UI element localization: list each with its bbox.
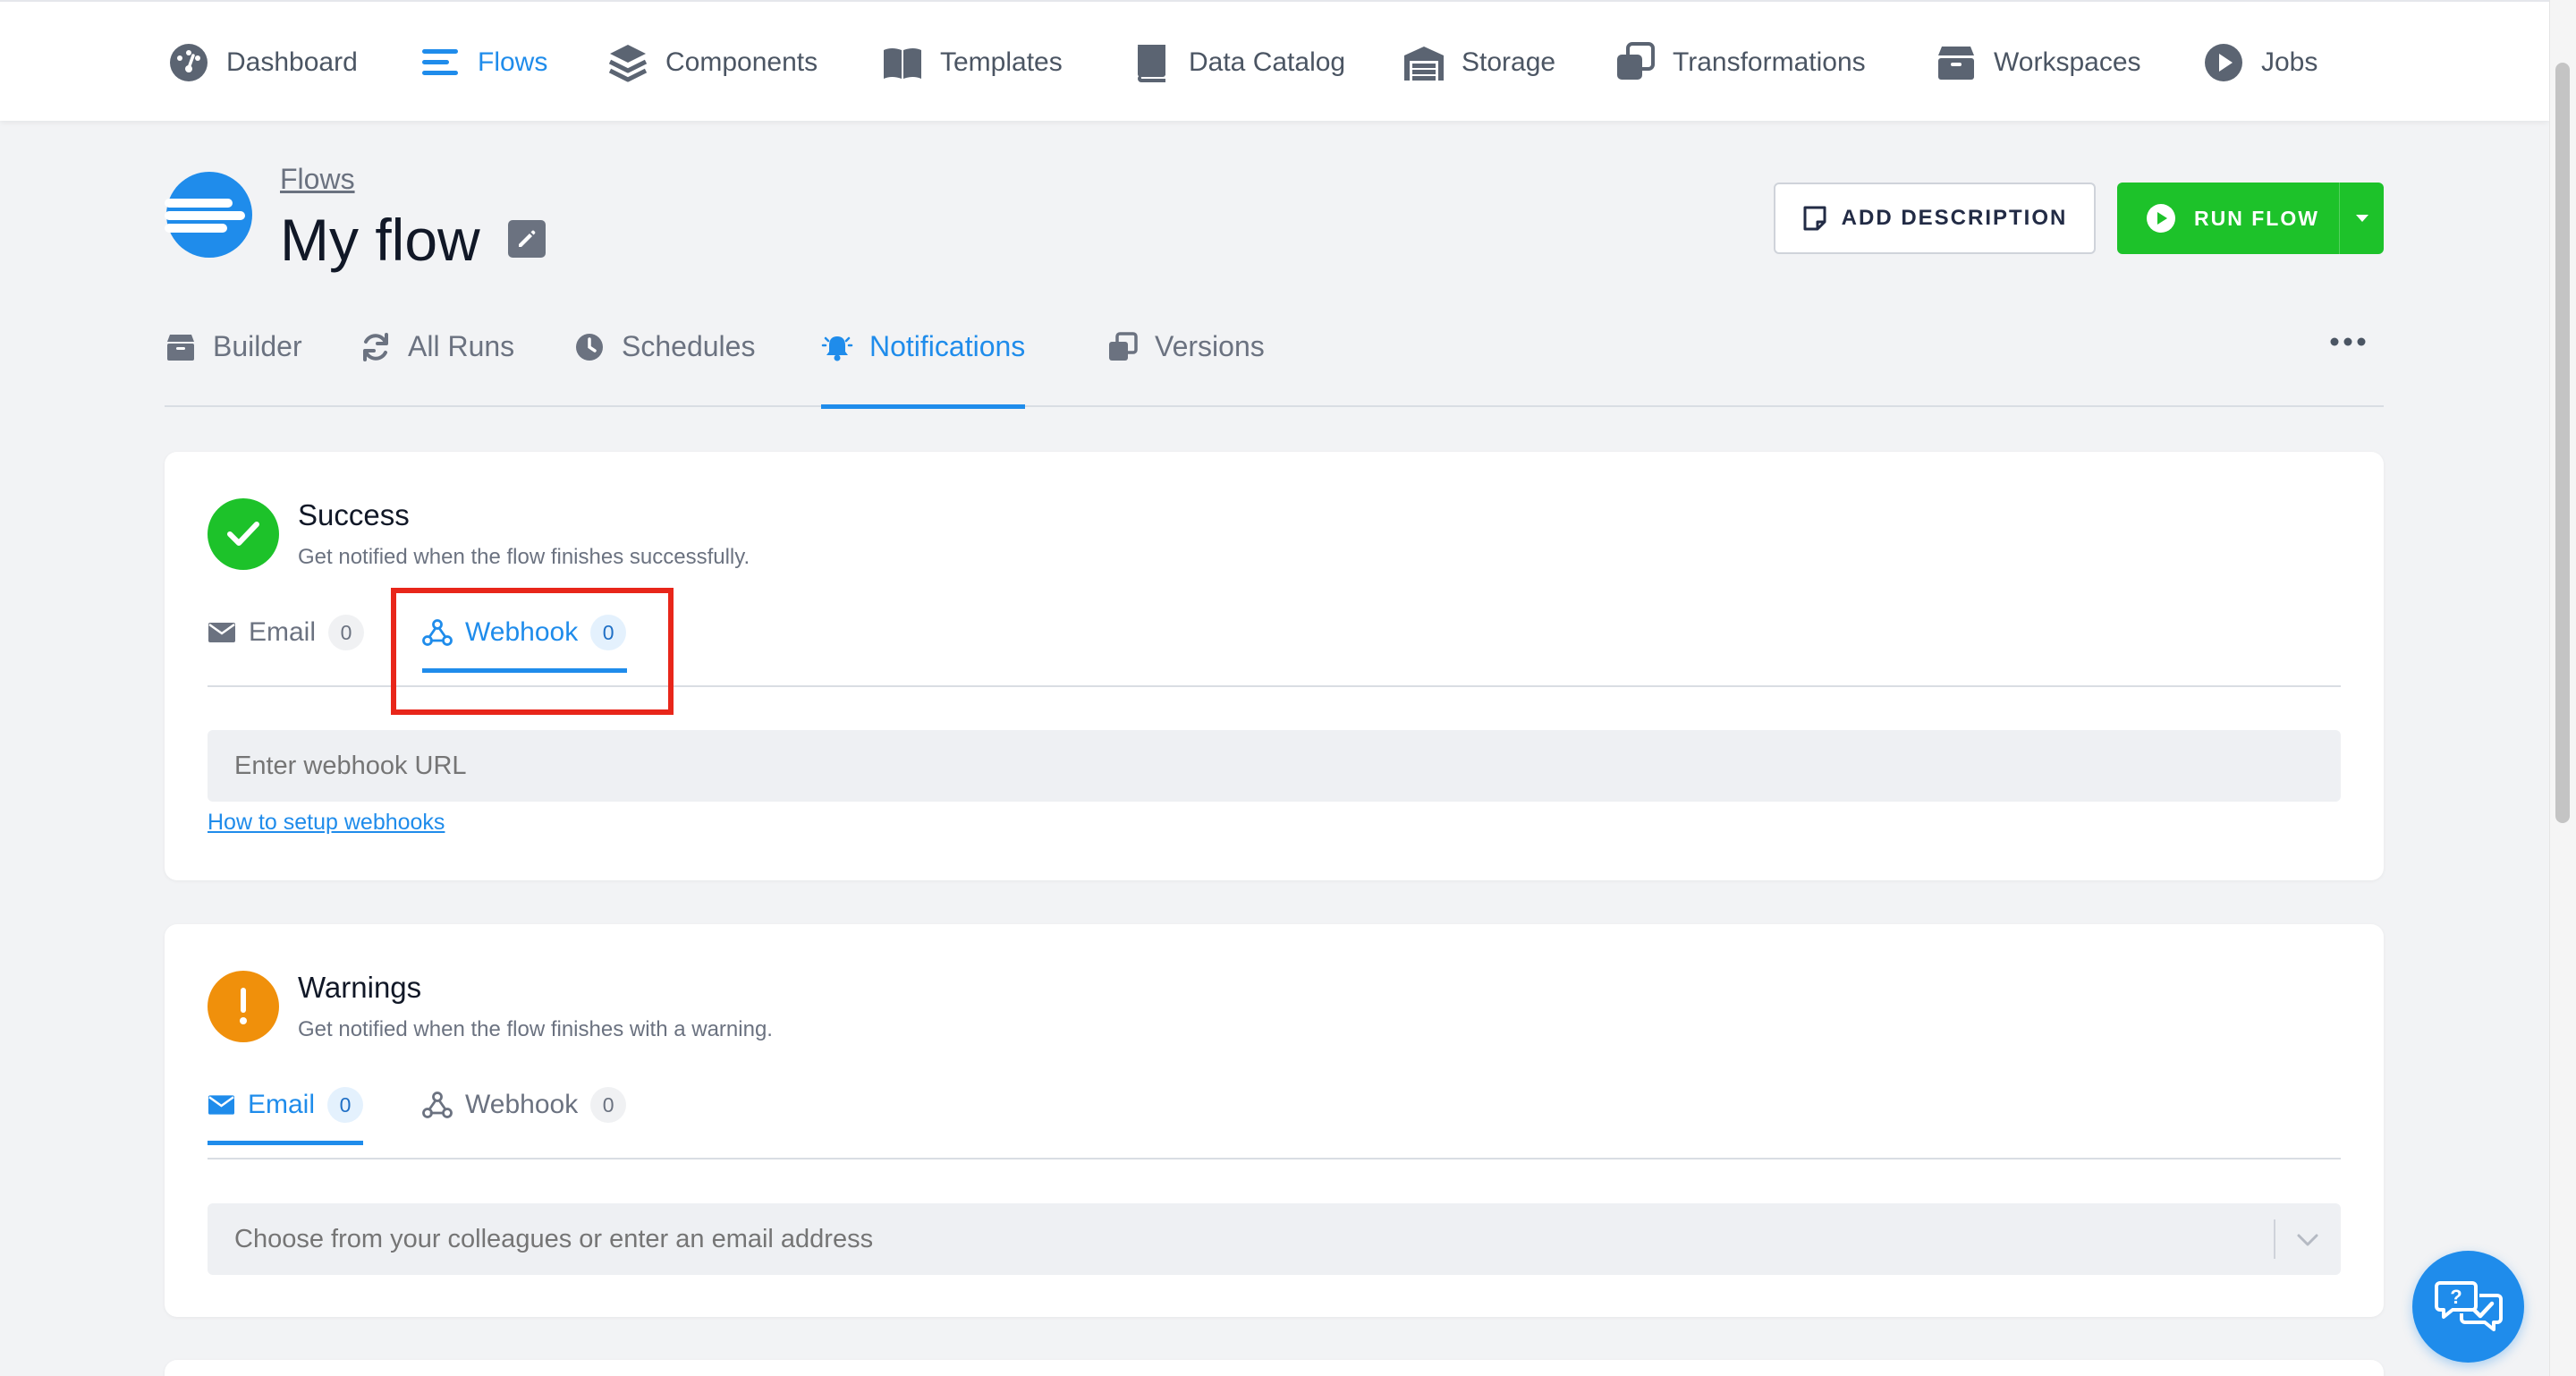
warnings-notification-card: Warnings Get notified when the flow fini…: [165, 924, 2384, 1317]
nav-label: Jobs: [2261, 47, 2318, 77]
nav-label: Storage: [1462, 47, 1556, 77]
run-flow-dropdown-button[interactable]: [2339, 183, 2384, 254]
subtab-webhook[interactable]: Webhook 0: [422, 1065, 627, 1145]
tab-label: Versions: [1155, 330, 1265, 362]
card-title: Warnings: [298, 971, 422, 1004]
subtab-email[interactable]: Email 0: [208, 1065, 363, 1145]
refresh-icon: [363, 332, 388, 361]
flows-icon: [422, 48, 458, 75]
nav-label: Dashboard: [226, 47, 358, 77]
caret-down-icon: [2355, 215, 2368, 222]
nav-label: Flows: [478, 47, 548, 77]
count-badge: 0: [327, 1087, 363, 1123]
card-title: Success: [298, 498, 410, 531]
dashboard-icon: [170, 43, 208, 81]
add-description-button[interactable]: ADD DESCRIPTION: [1774, 183, 2096, 254]
tab-label: All Runs: [408, 330, 515, 362]
nav-item-components[interactable]: Components: [606, 2, 818, 123]
count-badge: 0: [328, 615, 365, 650]
nav-label: Components: [665, 47, 818, 77]
envelope-icon: [208, 623, 235, 642]
count-badge: 0: [590, 1087, 627, 1123]
flow-logo-icon: [165, 172, 252, 258]
nav-label: Templates: [940, 47, 1063, 77]
components-icon: [608, 44, 648, 81]
run-flow-button[interactable]: RUN FLOW: [2117, 183, 2339, 254]
webhook-help-link[interactable]: How to setup webhooks: [208, 810, 445, 836]
subtab-label: Webhook: [465, 617, 579, 647]
svg-text:?: ?: [2450, 1286, 2462, 1308]
success-check-icon: [208, 498, 279, 570]
email-recipient-select[interactable]: [208, 1203, 2341, 1275]
subtab-webhook[interactable]: Webhook 0: [422, 592, 627, 673]
webhook-url-input[interactable]: [208, 730, 2341, 802]
tab-versions[interactable]: Versions: [1106, 286, 1265, 407]
pencil-icon: [519, 230, 536, 247]
edit-title-button[interactable]: [508, 220, 546, 258]
versions-icon: [1109, 331, 1138, 361]
note-icon: [1803, 206, 1826, 231]
nav-item-flows[interactable]: Flows: [419, 2, 547, 123]
subtab-divider: [208, 1158, 2341, 1159]
breadcrumb-flows[interactable]: Flows: [280, 163, 355, 196]
nav-item-workspaces[interactable]: Workspaces: [1935, 2, 2141, 123]
nav-label: Workspaces: [1994, 47, 2141, 77]
webhook-icon: [422, 1091, 453, 1118]
chevron-down-icon[interactable]: [2296, 1233, 2319, 1247]
count-badge: 0: [590, 615, 627, 650]
builder-icon: [167, 334, 194, 361]
warning-exclamation-icon: [208, 971, 279, 1042]
card-description: Get notified when the flow finishes with…: [298, 1017, 773, 1041]
play-icon: [2147, 204, 2175, 233]
subtab-label: Email: [249, 617, 317, 647]
tab-all-runs[interactable]: All Runs: [360, 286, 514, 407]
transformations-icon: [1617, 41, 1655, 80]
flow-tabs: Builder All Runs Schedules Notifications…: [165, 286, 2384, 409]
chat-help-icon: ?: [2434, 1280, 2503, 1331]
subtab-label: Email: [247, 1090, 315, 1119]
tab-notifications[interactable]: Notifications: [821, 286, 1026, 409]
run-flow-label: RUN FLOW: [2194, 206, 2319, 230]
nav-item-jobs[interactable]: Jobs: [2202, 2, 2318, 123]
success-notification-card: Success Get notified when the flow finis…: [165, 452, 2384, 880]
active-tab-indicator: [208, 1141, 363, 1145]
tab-label: Schedules: [622, 330, 756, 362]
nav-item-transformations[interactable]: Transformations: [1614, 2, 1866, 123]
card-description: Get notified when the flow finishes succ…: [298, 545, 750, 569]
tab-label: Notifications: [869, 330, 1026, 362]
support-chat-button[interactable]: ?: [2412, 1251, 2524, 1363]
top-navigation: Dashboard Flows Components Templates Dat…: [0, 0, 2549, 121]
envelope-icon: [208, 1095, 235, 1115]
more-options-button[interactable]: [2326, 324, 2370, 360]
add-description-label: ADD DESCRIPTION: [1841, 206, 2068, 230]
scrollbar-thumb[interactable]: [2555, 63, 2570, 823]
clock-icon: [576, 333, 603, 361]
nav-label: Data Catalog: [1189, 47, 1346, 77]
subtab-divider: [208, 685, 2341, 687]
templates-icon: [884, 47, 921, 79]
jobs-icon: [2205, 43, 2242, 81]
nav-item-dashboard[interactable]: Dashboard: [167, 2, 358, 123]
nav-label: Transformations: [1673, 47, 1866, 77]
nav-item-storage[interactable]: Storage: [1402, 2, 1555, 123]
active-tab-indicator: [422, 668, 627, 673]
subtab-email[interactable]: Email 0: [208, 592, 365, 673]
tab-label: Builder: [213, 330, 302, 362]
run-flow-button-group: RUN FLOW: [2117, 183, 2384, 254]
storage-icon: [1404, 46, 1444, 81]
nav-item-templates[interactable]: Templates: [881, 2, 1063, 123]
more-horizontal-icon: [2330, 337, 2366, 346]
webhook-icon: [422, 619, 453, 646]
data-catalog-icon: [1138, 44, 1165, 82]
subtab-label: Webhook: [465, 1090, 579, 1119]
page-title: My flow: [280, 207, 480, 273]
bell-icon: [821, 336, 853, 361]
next-notification-card: [165, 1360, 2384, 1376]
tab-schedules[interactable]: Schedules: [573, 286, 755, 407]
tab-builder[interactable]: Builder: [165, 286, 302, 407]
nav-item-data-catalog[interactable]: Data Catalog: [1130, 2, 1345, 123]
workspaces-icon: [1938, 46, 1974, 80]
select-separator: [2274, 1219, 2275, 1259]
